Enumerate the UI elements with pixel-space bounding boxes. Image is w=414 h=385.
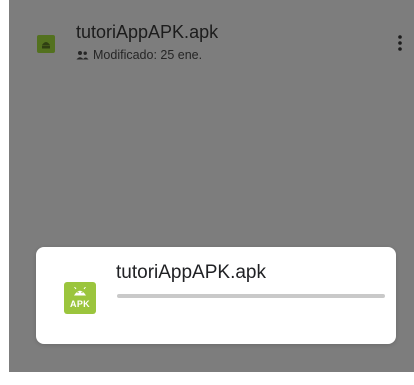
people-icon [76, 51, 89, 60]
file-modified: Modificado: 25 ene. [76, 48, 202, 62]
file-name: tutoriAppAPK.apk [76, 22, 219, 42]
apk-label: APK [70, 299, 90, 309]
download-progress-bar [117, 294, 385, 298]
more-vert-icon [398, 35, 402, 51]
more-options-button[interactable] [390, 30, 410, 56]
dialog-file-name: tutoriAppAPK.apk [116, 262, 266, 283]
modified-text: Modificado: 25 ene. [93, 48, 203, 62]
screen: tutoriAppAPK.apk Modificado: 25 ene. APK… [9, 0, 414, 372]
download-dialog: APK tutoriAppAPK.apk [36, 247, 396, 344]
file-list-item[interactable]: tutoriAppAPK.apk Modificado: 25 ene. [9, 0, 414, 70]
apk-file-icon [37, 35, 55, 53]
apk-icon: APK [64, 282, 96, 314]
